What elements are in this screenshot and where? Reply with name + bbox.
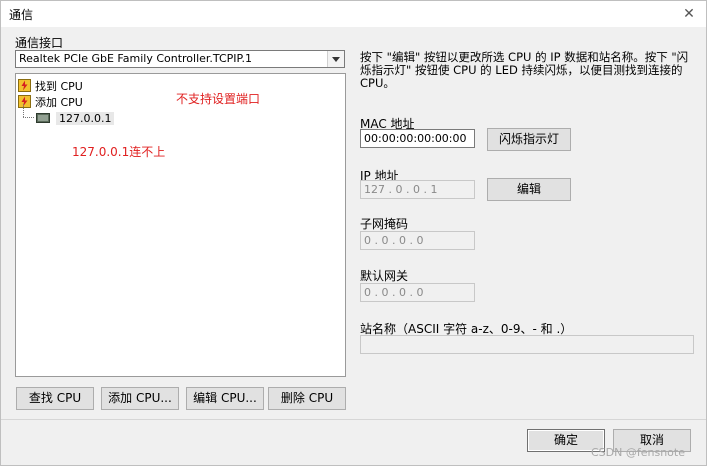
subnet-mask-label: 子网掩码 xyxy=(360,217,409,231)
tree-item-label: 添加 CPU xyxy=(35,96,83,109)
subnet-mask-field: 0 . 0 . 0 . 0 xyxy=(360,231,475,250)
mac-address-field: 00:00:00:00:00:00 xyxy=(360,129,475,148)
annotation-unsupported-port: 不支持设置端口 xyxy=(176,92,261,106)
tree-item-label: 找到 CPU xyxy=(35,80,83,93)
interface-label: 通信接口 xyxy=(15,36,64,50)
default-gateway-field: 0 . 0 . 0 . 0 xyxy=(360,283,475,302)
blink-led-button[interactable]: 闪烁指示灯 xyxy=(487,128,571,151)
cpu-tree[interactable]: 找到 CPU 添加 CPU 127.0.0.1 xyxy=(15,73,346,377)
close-icon[interactable]: ✕ xyxy=(678,4,700,24)
tree-item-add-cpu[interactable]: 添加 CPU xyxy=(18,95,83,110)
interface-select-value: Realtek PCIe GbE Family Controller.TCPIP… xyxy=(19,52,252,65)
delete-cpu-button[interactable]: 删除 CPU xyxy=(268,387,346,410)
dialog-title: 通信 xyxy=(9,8,34,22)
tree-item-cpu-127[interactable]: 127.0.0.1 xyxy=(36,111,115,126)
annotation-cannot-connect: 127.0.0.1连不上 xyxy=(72,145,166,159)
ip-address-field: 127 . 0 . 0 . 1 xyxy=(360,180,475,199)
footer-divider xyxy=(1,419,706,420)
find-cpu-button[interactable]: 查找 CPU xyxy=(16,387,94,410)
edit-cpu-button[interactable]: 编辑 CPU... xyxy=(186,387,264,410)
help-description: 按下 "编辑" 按钮以更改所选 CPU 的 IP 数据和站名称。按下 "闪烁指示… xyxy=(360,50,689,90)
title-bar: 通信 ✕ xyxy=(1,1,706,27)
interface-select[interactable]: Realtek PCIe GbE Family Controller.TCPIP… xyxy=(15,50,345,68)
edit-button[interactable]: 编辑 xyxy=(487,178,571,201)
tree-item-label: 127.0.0.1 xyxy=(56,112,115,125)
cpu-module-icon xyxy=(36,113,50,123)
lightning-icon xyxy=(18,79,31,92)
tree-item-found-cpu[interactable]: 找到 CPU xyxy=(18,79,83,94)
chevron-down-icon[interactable] xyxy=(327,51,344,67)
lightning-icon xyxy=(18,95,31,108)
station-name-field xyxy=(360,335,694,354)
tree-connector xyxy=(23,117,34,118)
tree-connector xyxy=(23,104,24,117)
default-gateway-label: 默认网关 xyxy=(360,269,409,283)
watermark: CSDN @fensnote xyxy=(591,446,685,459)
add-cpu-button[interactable]: 添加 CPU... xyxy=(101,387,179,410)
communication-dialog: 通信 ✕ 通信接口 Realtek PCIe GbE Family Contro… xyxy=(0,0,707,466)
